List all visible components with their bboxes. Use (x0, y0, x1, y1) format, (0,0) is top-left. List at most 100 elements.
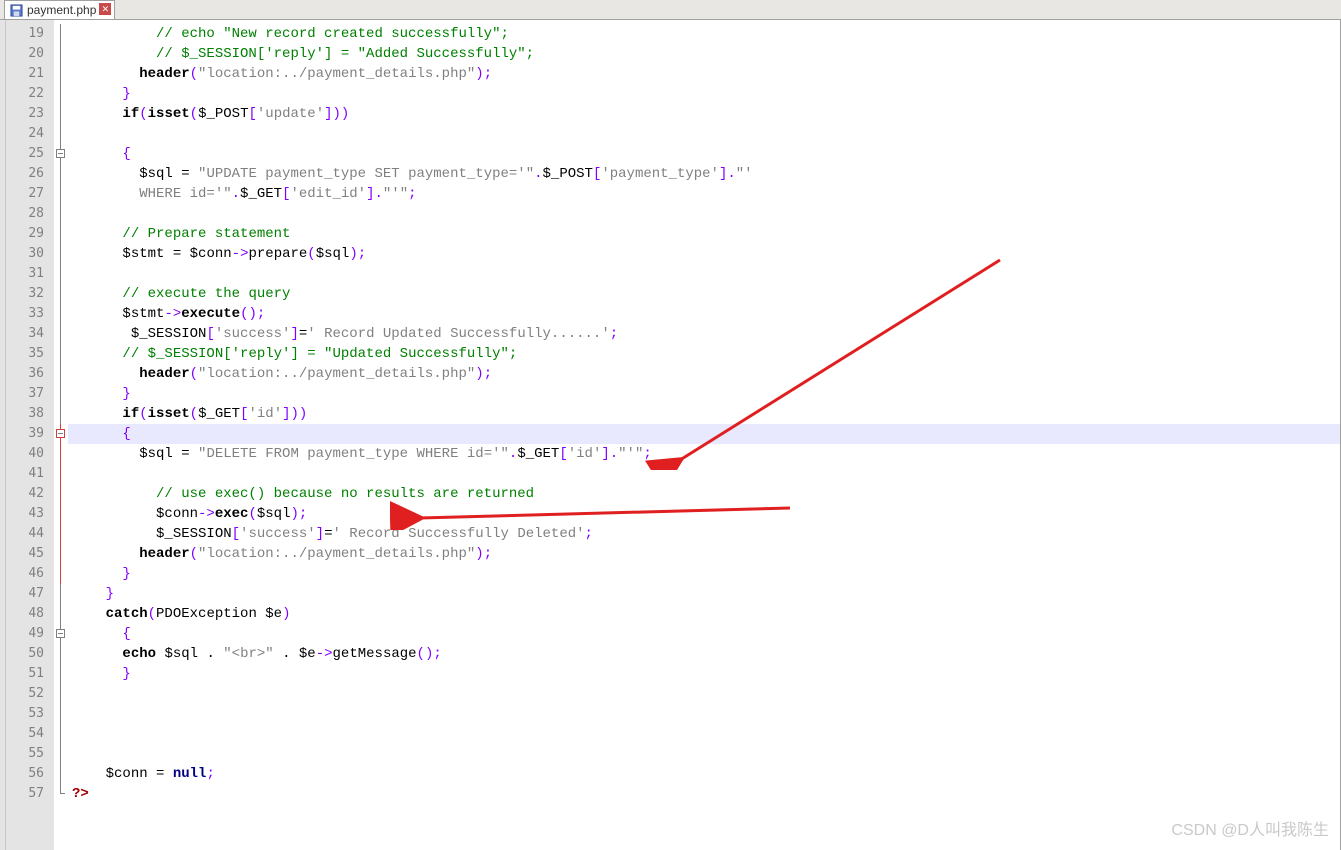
fold-cell (54, 244, 68, 264)
code-line (68, 264, 1340, 284)
fold-box[interactable] (56, 429, 65, 438)
line-number: 53 (6, 704, 54, 724)
fold-box[interactable] (56, 629, 65, 638)
line-number: 37 (6, 384, 54, 404)
fold-cell (54, 684, 68, 704)
close-icon[interactable]: ✕ (99, 3, 111, 15)
line-number: 56 (6, 764, 54, 784)
code-line (68, 464, 1340, 484)
fold-cell (54, 384, 68, 404)
line-number: 25 (6, 144, 54, 164)
save-icon (9, 3, 23, 17)
fold-cell (54, 564, 68, 584)
code-line: } (68, 564, 1340, 584)
line-number: 33 (6, 304, 54, 324)
code-line: } (68, 384, 1340, 404)
code-line: if(isset($_GET['id'])) (68, 404, 1340, 424)
fold-cell (54, 264, 68, 284)
fold-cell (54, 324, 68, 344)
fold-cell (54, 484, 68, 504)
fold-cell (54, 344, 68, 364)
line-number: 22 (6, 84, 54, 104)
fold-cell (54, 664, 68, 684)
line-number: 24 (6, 124, 54, 144)
line-number: 52 (6, 684, 54, 704)
line-number: 29 (6, 224, 54, 244)
code-line: // Prepare statement (68, 224, 1340, 244)
line-number: 44 (6, 524, 54, 544)
line-number: 26 (6, 164, 54, 184)
fold-cell (54, 364, 68, 384)
tab-bar: payment.php ✕ (0, 0, 1341, 20)
code-line: $sql = "DELETE FROM payment_type WHERE i… (68, 444, 1340, 464)
code-line: $_SESSION['success']=' Record Updated Su… (68, 324, 1340, 344)
line-number: 32 (6, 284, 54, 304)
fold-cell (54, 24, 68, 44)
code-line: } (68, 584, 1340, 604)
line-number: 31 (6, 264, 54, 284)
fold-cell (54, 44, 68, 64)
line-number: 40 (6, 444, 54, 464)
editor-area: 1920212223242526272829303132333435363738… (0, 20, 1341, 850)
code-line: { (68, 424, 1340, 444)
code-content[interactable]: // echo "New record created successfully… (68, 20, 1340, 850)
tab-filename: payment.php (27, 3, 96, 17)
line-number: 49 (6, 624, 54, 644)
code-line: header("location:../payment_details.php"… (68, 364, 1340, 384)
line-number: 20 (6, 44, 54, 64)
code-line: WHERE id='".$_GET['edit_id']."'"; (68, 184, 1340, 204)
code-line: $conn->exec($sql); (68, 504, 1340, 524)
code-line: { (68, 624, 1340, 644)
fold-cell (54, 784, 68, 804)
fold-cell (54, 144, 68, 164)
fold-cell (54, 164, 68, 184)
code-line: // use exec() because no results are ret… (68, 484, 1340, 504)
fold-cell (54, 604, 68, 624)
code-line: { (68, 144, 1340, 164)
fold-cell (54, 104, 68, 124)
code-line (68, 684, 1340, 704)
fold-cell (54, 704, 68, 724)
line-number: 50 (6, 644, 54, 664)
code-line: // $_SESSION['reply'] = "Updated Success… (68, 344, 1340, 364)
code-line: if(isset($_POST['update'])) (68, 104, 1340, 124)
fold-cell (54, 464, 68, 484)
code-line: header("location:../payment_details.php"… (68, 544, 1340, 564)
line-number: 34 (6, 324, 54, 344)
fold-cell (54, 64, 68, 84)
fold-cell (54, 504, 68, 524)
code-line: ?> (68, 784, 1340, 804)
code-line (68, 724, 1340, 744)
line-number: 27 (6, 184, 54, 204)
fold-box[interactable] (56, 149, 65, 158)
line-number: 23 (6, 104, 54, 124)
fold-cell (54, 584, 68, 604)
editor-tab[interactable]: payment.php ✕ (4, 0, 115, 19)
line-number: 38 (6, 404, 54, 424)
line-number: 36 (6, 364, 54, 384)
fold-cell (54, 644, 68, 664)
line-number: 55 (6, 744, 54, 764)
code-line: $_SESSION['success']=' Record Successful… (68, 524, 1340, 544)
line-number: 42 (6, 484, 54, 504)
fold-cell (54, 284, 68, 304)
fold-cell (54, 764, 68, 784)
fold-cell (54, 524, 68, 544)
line-number: 51 (6, 664, 54, 684)
line-number: 48 (6, 604, 54, 624)
line-number: 19 (6, 24, 54, 44)
fold-cell (54, 404, 68, 424)
fold-cell (54, 424, 68, 444)
code-line (68, 204, 1340, 224)
line-number: 45 (6, 544, 54, 564)
fold-cell (54, 444, 68, 464)
line-number-gutter: 1920212223242526272829303132333435363738… (6, 20, 54, 850)
code-line: catch(PDOException $e) (68, 604, 1340, 624)
line-number: 28 (6, 204, 54, 224)
code-line: // $_SESSION['reply'] = "Added Successfu… (68, 44, 1340, 64)
code-line: $sql = "UPDATE payment_type SET payment_… (68, 164, 1340, 184)
line-number: 41 (6, 464, 54, 484)
code-editor[interactable]: 1920212223242526272829303132333435363738… (6, 20, 1341, 850)
fold-cell (54, 724, 68, 744)
fold-cell (54, 184, 68, 204)
